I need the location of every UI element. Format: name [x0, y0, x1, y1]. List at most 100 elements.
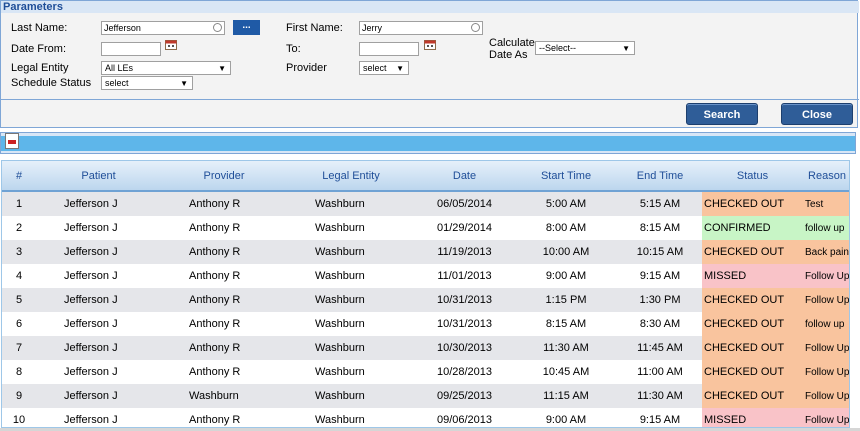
date-cell: 10/31/2013: [415, 288, 514, 312]
col-number[interactable]: #: [2, 161, 36, 192]
calculate-date-as-select[interactable]: --Select-- ▼: [535, 41, 635, 55]
calculate-label-line2: Date As: [489, 49, 528, 61]
provider-cell: Anthony R: [161, 408, 287, 427]
schedule-status-select[interactable]: select ▼: [101, 76, 193, 90]
end-time-cell: 9:15 AM: [618, 264, 702, 288]
table-row[interactable]: 6 Jefferson J Anthony R Washburn 10/31/2013 8…: [2, 312, 849, 336]
last-name-input[interactable]: Jefferson: [101, 21, 225, 35]
reason-cell: Follow Up: [803, 360, 849, 384]
row-number: 10: [2, 408, 36, 427]
patient-cell: Jefferson J: [36, 216, 161, 240]
end-time-cell: 5:15 AM: [618, 191, 702, 216]
reason-cell: follow up: [803, 312, 849, 336]
start-time-cell: 1:15 PM: [514, 288, 618, 312]
table-row[interactable]: 4 Jefferson J Anthony R Washburn 11/01/2013 9…: [2, 264, 849, 288]
start-time-cell: 10:00 AM: [514, 240, 618, 264]
date-cell: 10/31/2013: [415, 312, 514, 336]
table-row[interactable]: 3 Jefferson J Anthony R Washburn 11/19/2013 1…: [2, 240, 849, 264]
table-row[interactable]: 9 Jefferson J Washburn Washburn 09/25/2013 11…: [2, 384, 849, 408]
calculate-date-as-label: Calculate Date As: [489, 37, 535, 61]
close-button[interactable]: Close: [781, 103, 853, 125]
patient-cell: Jefferson J: [36, 288, 161, 312]
export-toolbar: [0, 132, 856, 154]
col-date[interactable]: Date: [415, 161, 514, 192]
calculate-date-as-value: --Select--: [539, 43, 577, 53]
reason-cell: follow up: [803, 216, 849, 240]
row-number: 2: [2, 216, 36, 240]
col-legal-entity[interactable]: Legal Entity: [287, 161, 415, 192]
end-time-cell: 1:30 PM: [618, 288, 702, 312]
start-time-cell: 11:15 AM: [514, 384, 618, 408]
patient-lookup-button[interactable]: ...: [233, 20, 260, 35]
calendar-icon[interactable]: [424, 39, 436, 50]
row-number: 4: [2, 264, 36, 288]
date-to-input[interactable]: [359, 42, 419, 56]
status-cell: MISSED: [702, 264, 803, 288]
legal-entity-cell: Washburn: [287, 384, 415, 408]
reason-cell: Follow Up: [803, 264, 849, 288]
date-cell: 10/30/2013: [415, 336, 514, 360]
col-status[interactable]: Status: [702, 161, 803, 192]
col-patient[interactable]: Patient: [36, 161, 161, 192]
col-start-time[interactable]: Start Time: [514, 161, 618, 192]
search-button[interactable]: Search: [686, 103, 758, 125]
status-cell: CHECKED OUT: [702, 336, 803, 360]
provider-value: select: [363, 63, 387, 73]
table-row[interactable]: 1 Jefferson J Anthony R Washburn 06/05/2014 5…: [2, 191, 849, 216]
date-from-input[interactable]: [101, 42, 161, 56]
date-cell: 09/25/2013: [415, 384, 514, 408]
pdf-export-icon[interactable]: [5, 133, 19, 149]
reason-cell: Back pain: [803, 240, 849, 264]
toolbar-strip: [1, 136, 855, 151]
dropdown-arrow-icon: ▼: [218, 64, 226, 73]
end-time-cell: 10:15 AM: [618, 240, 702, 264]
provider-cell: Washburn: [161, 384, 287, 408]
date-cell: 11/01/2013: [415, 264, 514, 288]
patient-cell: Jefferson J: [36, 191, 161, 216]
calendar-icon[interactable]: [165, 39, 177, 50]
col-provider[interactable]: Provider: [161, 161, 287, 192]
end-time-cell: 11:30 AM: [618, 384, 702, 408]
date-cell: 06/05/2014: [415, 191, 514, 216]
date-cell: 10/28/2013: [415, 360, 514, 384]
reason-cell: Follow Up: [803, 288, 849, 312]
table-row[interactable]: 5 Jefferson J Anthony R Washburn 10/31/2013 1…: [2, 288, 849, 312]
provider-label: Provider: [286, 62, 327, 74]
legal-entity-cell: Washburn: [287, 240, 415, 264]
status-cell: CHECKED OUT: [702, 288, 803, 312]
table-row[interactable]: 7 Jefferson J Anthony R Washburn 10/30/2013 1…: [2, 336, 849, 360]
table-row[interactable]: 10 Jefferson J Anthony R Washburn 09/06/2013…: [2, 408, 849, 427]
clear-icon[interactable]: [471, 23, 480, 32]
row-number: 5: [2, 288, 36, 312]
table-row[interactable]: 8 Jefferson J Anthony R Washburn 10/28/2013 1…: [2, 360, 849, 384]
provider-cell: Anthony R: [161, 336, 287, 360]
provider-cell: Anthony R: [161, 312, 287, 336]
col-end-time[interactable]: End Time: [618, 161, 702, 192]
patient-cell: Jefferson J: [36, 240, 161, 264]
patient-cell: Jefferson J: [36, 384, 161, 408]
legal-entity-select[interactable]: All LEs ▼: [101, 61, 231, 75]
end-time-cell: 9:15 AM: [618, 408, 702, 427]
provider-cell: Anthony R: [161, 264, 287, 288]
provider-select[interactable]: select ▼: [359, 61, 409, 75]
col-reason[interactable]: Reason: [803, 161, 849, 192]
legal-entity-cell: Washburn: [287, 408, 415, 427]
legal-entity-value: All LEs: [105, 63, 134, 73]
grid-header-row: # Patient Provider Legal Entity Date Sta…: [2, 161, 849, 192]
status-cell: CHECKED OUT: [702, 360, 803, 384]
patient-cell: Jefferson J: [36, 336, 161, 360]
start-time-cell: 8:15 AM: [514, 312, 618, 336]
first-name-input[interactable]: Jerry: [359, 21, 483, 35]
appointments-grid: # Patient Provider Legal Entity Date Sta…: [1, 160, 850, 428]
table-row[interactable]: 2 Jefferson J Anthony R Washburn 01/29/2014 8…: [2, 216, 849, 240]
status-cell: CHECKED OUT: [702, 384, 803, 408]
legal-entity-label: Legal Entity: [11, 62, 69, 74]
status-cell: CHECKED OUT: [702, 191, 803, 216]
status-cell: MISSED: [702, 408, 803, 427]
first-name-value: Jerry: [362, 23, 382, 33]
provider-cell: Anthony R: [161, 240, 287, 264]
reason-cell: Test: [803, 191, 849, 216]
dropdown-arrow-icon: ▼: [396, 64, 404, 73]
date-cell: 01/29/2014: [415, 216, 514, 240]
clear-icon[interactable]: [213, 23, 222, 32]
